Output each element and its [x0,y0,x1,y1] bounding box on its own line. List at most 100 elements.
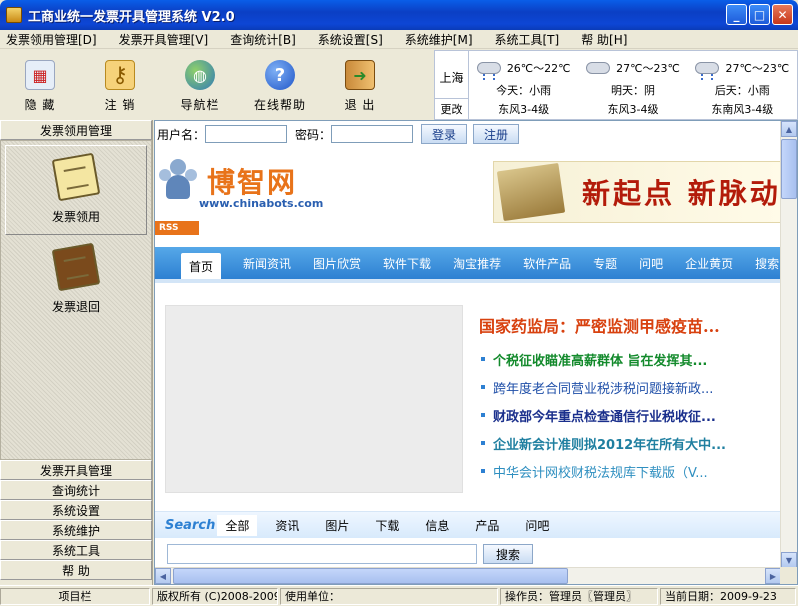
vertical-scrollbar[interactable]: ▲ ▼ [780,121,797,568]
weather-change-city-link[interactable]: 更改 [435,98,468,117]
nav-taobao[interactable]: 淘宝推荐 [453,255,501,272]
weather-temp: 26℃～22℃ [506,62,571,75]
people-logo-icon [159,159,197,209]
nav-ask[interactable]: 问吧 [639,255,663,272]
scroll-corner [780,567,797,584]
weather-panel: 上海 更改 26℃～22℃ 今天：小雨 东风3-4级 27℃～23℃ 明天：阴 … [434,50,798,120]
panel-item-list: 发票领用 发票退回 [0,140,152,460]
calendar-icon: ▦ [25,60,55,90]
weather-wind: 东风3-4级 [498,103,550,116]
weather-wind: 东南风3-4级 [711,103,774,116]
site-header: 博智网 www.chinabots.com RSS 新起点 新脉动 [155,147,781,237]
panel-item-label: 发票退回 [51,299,100,314]
menu-invoice-issue[interactable]: 发票开具管理[V] [119,31,209,48]
status-bar: 项目栏 版权所有 (C)2008-2009 使用单位： 操作员：管理员〖管理员〗… [0,585,798,606]
news-image-placeholder[interactable] [165,305,463,493]
weather-temp: 27℃～23℃ [616,62,680,75]
panel-section-invoice-issue[interactable]: 发票开具管理 [0,460,152,480]
scroll-right-icon[interactable]: ▶ [765,568,781,584]
menu-system-tools[interactable]: 系统工具[T] [495,31,560,48]
panel-section-system-settings[interactable]: 系统设置 [0,500,152,520]
search-logo: Search [165,517,216,533]
navbar-label: 导航栏 [180,98,220,112]
scroll-down-icon[interactable]: ▼ [781,552,797,568]
exit-door-icon: ➜ [345,60,375,90]
menu-invoice-receive[interactable]: 发票领用管理[D] [6,31,97,48]
web-browser-pane: 用户名： 密码： 登录 注册 博智网 www.chinabots.com RSS… [154,120,798,585]
title-bar: 工商业统一发票开具管理系统 V2.0 _ □ ✕ [0,0,798,30]
news-headline[interactable]: 国家药监局：严密监测甲感疫苗... [479,313,720,337]
search-tab-images[interactable]: 图片 [325,517,349,534]
list-item[interactable]: 个税征收瞄准高薪群体 旨在发挥其... [473,345,781,373]
menu-system-maintenance[interactable]: 系统维护[M] [405,31,473,48]
nav-topics[interactable]: 专题 [593,255,617,272]
list-item[interactable]: 企业新会计准则拟2012年在所有大中... [473,429,781,457]
search-tab-products[interactable]: 产品 [475,517,499,534]
scroll-up-icon[interactable]: ▲ [781,121,797,137]
panel-section-help[interactable]: 帮 助 [0,560,152,580]
scroll-thumb[interactable] [781,139,797,199]
password-label: 密码： [295,127,332,142]
nav-pictures[interactable]: 图片欣赏 [313,255,361,272]
list-item[interactable]: 中华会计网校财税法规库下载版（V... [473,457,781,485]
exit-button[interactable]: ➜ 退 出 [320,50,400,120]
online-help-button[interactable]: ? 在线帮助 [240,50,320,120]
status-date: 当前日期：2009-9-23 [660,587,796,605]
search-tab-all[interactable]: 全部 [217,514,258,536]
nav-products[interactable]: 软件产品 [523,255,571,272]
panel-section-query-stats[interactable]: 查询统计 [0,480,152,500]
nav-search[interactable]: 搜索 [755,255,779,272]
nav-downloads[interactable]: 软件下载 [383,255,431,272]
list-item[interactable]: 财政部今年重点检查通信行业税收征... [473,401,781,429]
search-tab-news[interactable]: 资讯 [275,517,299,534]
close-button[interactable]: ✕ [772,4,793,25]
navbar-button[interactable]: ◍ 导航栏 [160,50,240,120]
login-button[interactable]: 登录 [421,124,468,144]
books-icon [496,162,566,222]
list-item[interactable]: 跨年度老合同营业税涉税问题接新政... [473,373,781,401]
weather-temp: 27℃～23℃ [725,62,790,75]
window-title: 工商业统一发票开具管理系统 V2.0 [28,9,235,25]
panel-item-invoice-receive[interactable]: 发票领用 [5,145,147,235]
site-logo[interactable]: 博智网 [207,161,297,201]
weather-desc: 今天：小雨 [496,84,552,97]
hide-button[interactable]: ▦ 隐 藏 [0,50,80,120]
password-input[interactable] [331,125,414,143]
status-panel-label: 项目栏 [0,587,150,605]
promo-banner[interactable]: 新起点 新脉动 [493,161,781,223]
key-icon: ⚷ [105,60,135,90]
rss-badge[interactable]: RSS [155,221,199,235]
menu-system-settings[interactable]: 系统设置[S] [318,31,383,48]
panel-item-invoice-return[interactable]: 发票退回 [5,235,147,325]
search-tab-downloads[interactable]: 下载 [375,517,399,534]
search-tab-info[interactable]: 信息 [425,517,449,534]
maximize-button[interactable]: □ [749,4,770,25]
register-button[interactable]: 注册 [473,124,520,144]
weather-tomorrow: 27℃～23℃ 明天：阴 东风3-4级 [578,51,687,119]
username-input[interactable] [205,125,288,143]
weather-city-box: 上海 更改 [435,51,469,119]
weather-desc: 明天：阴 [610,84,655,97]
exit-label: 退 出 [344,98,376,112]
toolbar: ▦ 隐 藏 ⚷ 注 销 ◍ 导航栏 ? 在线帮助 ➜ 退 出 [0,50,434,120]
nav-home[interactable]: 首页 [181,253,222,279]
logout-button[interactable]: ⚷ 注 销 [80,50,160,120]
panel-section-system-maintenance[interactable]: 系统维护 [0,520,152,540]
scroll-left-icon[interactable]: ◀ [155,568,171,584]
menu-help[interactable]: 帮 助[H] [581,31,627,48]
horizontal-scrollbar[interactable]: ◀ ▶ [155,567,781,584]
nav-directory[interactable]: 企业黄页 [685,255,733,272]
panel-section-system-tools[interactable]: 系统工具 [0,540,152,560]
site-search: Search 全部 资讯 图片 下载 信息 产品 问吧 搜索 [155,511,781,568]
nav-news[interactable]: 新闻资讯 [243,255,291,272]
panel-header-invoice-receive[interactable]: 发票领用管理 [0,120,152,140]
search-button[interactable]: 搜索 [483,544,534,564]
news-list: 个税征收瞄准高薪群体 旨在发挥其... 跨年度老合同营业税涉税问题接新政... … [473,345,781,485]
status-unit: 使用单位： [280,587,498,605]
search-input[interactable] [167,544,477,564]
weather-city: 上海 [439,71,464,85]
minimize-button[interactable]: _ [726,4,747,25]
menu-query-stats[interactable]: 查询统计[B] [230,31,296,48]
hscroll-thumb[interactable] [173,568,568,584]
search-tab-ask[interactable]: 问吧 [525,517,549,534]
